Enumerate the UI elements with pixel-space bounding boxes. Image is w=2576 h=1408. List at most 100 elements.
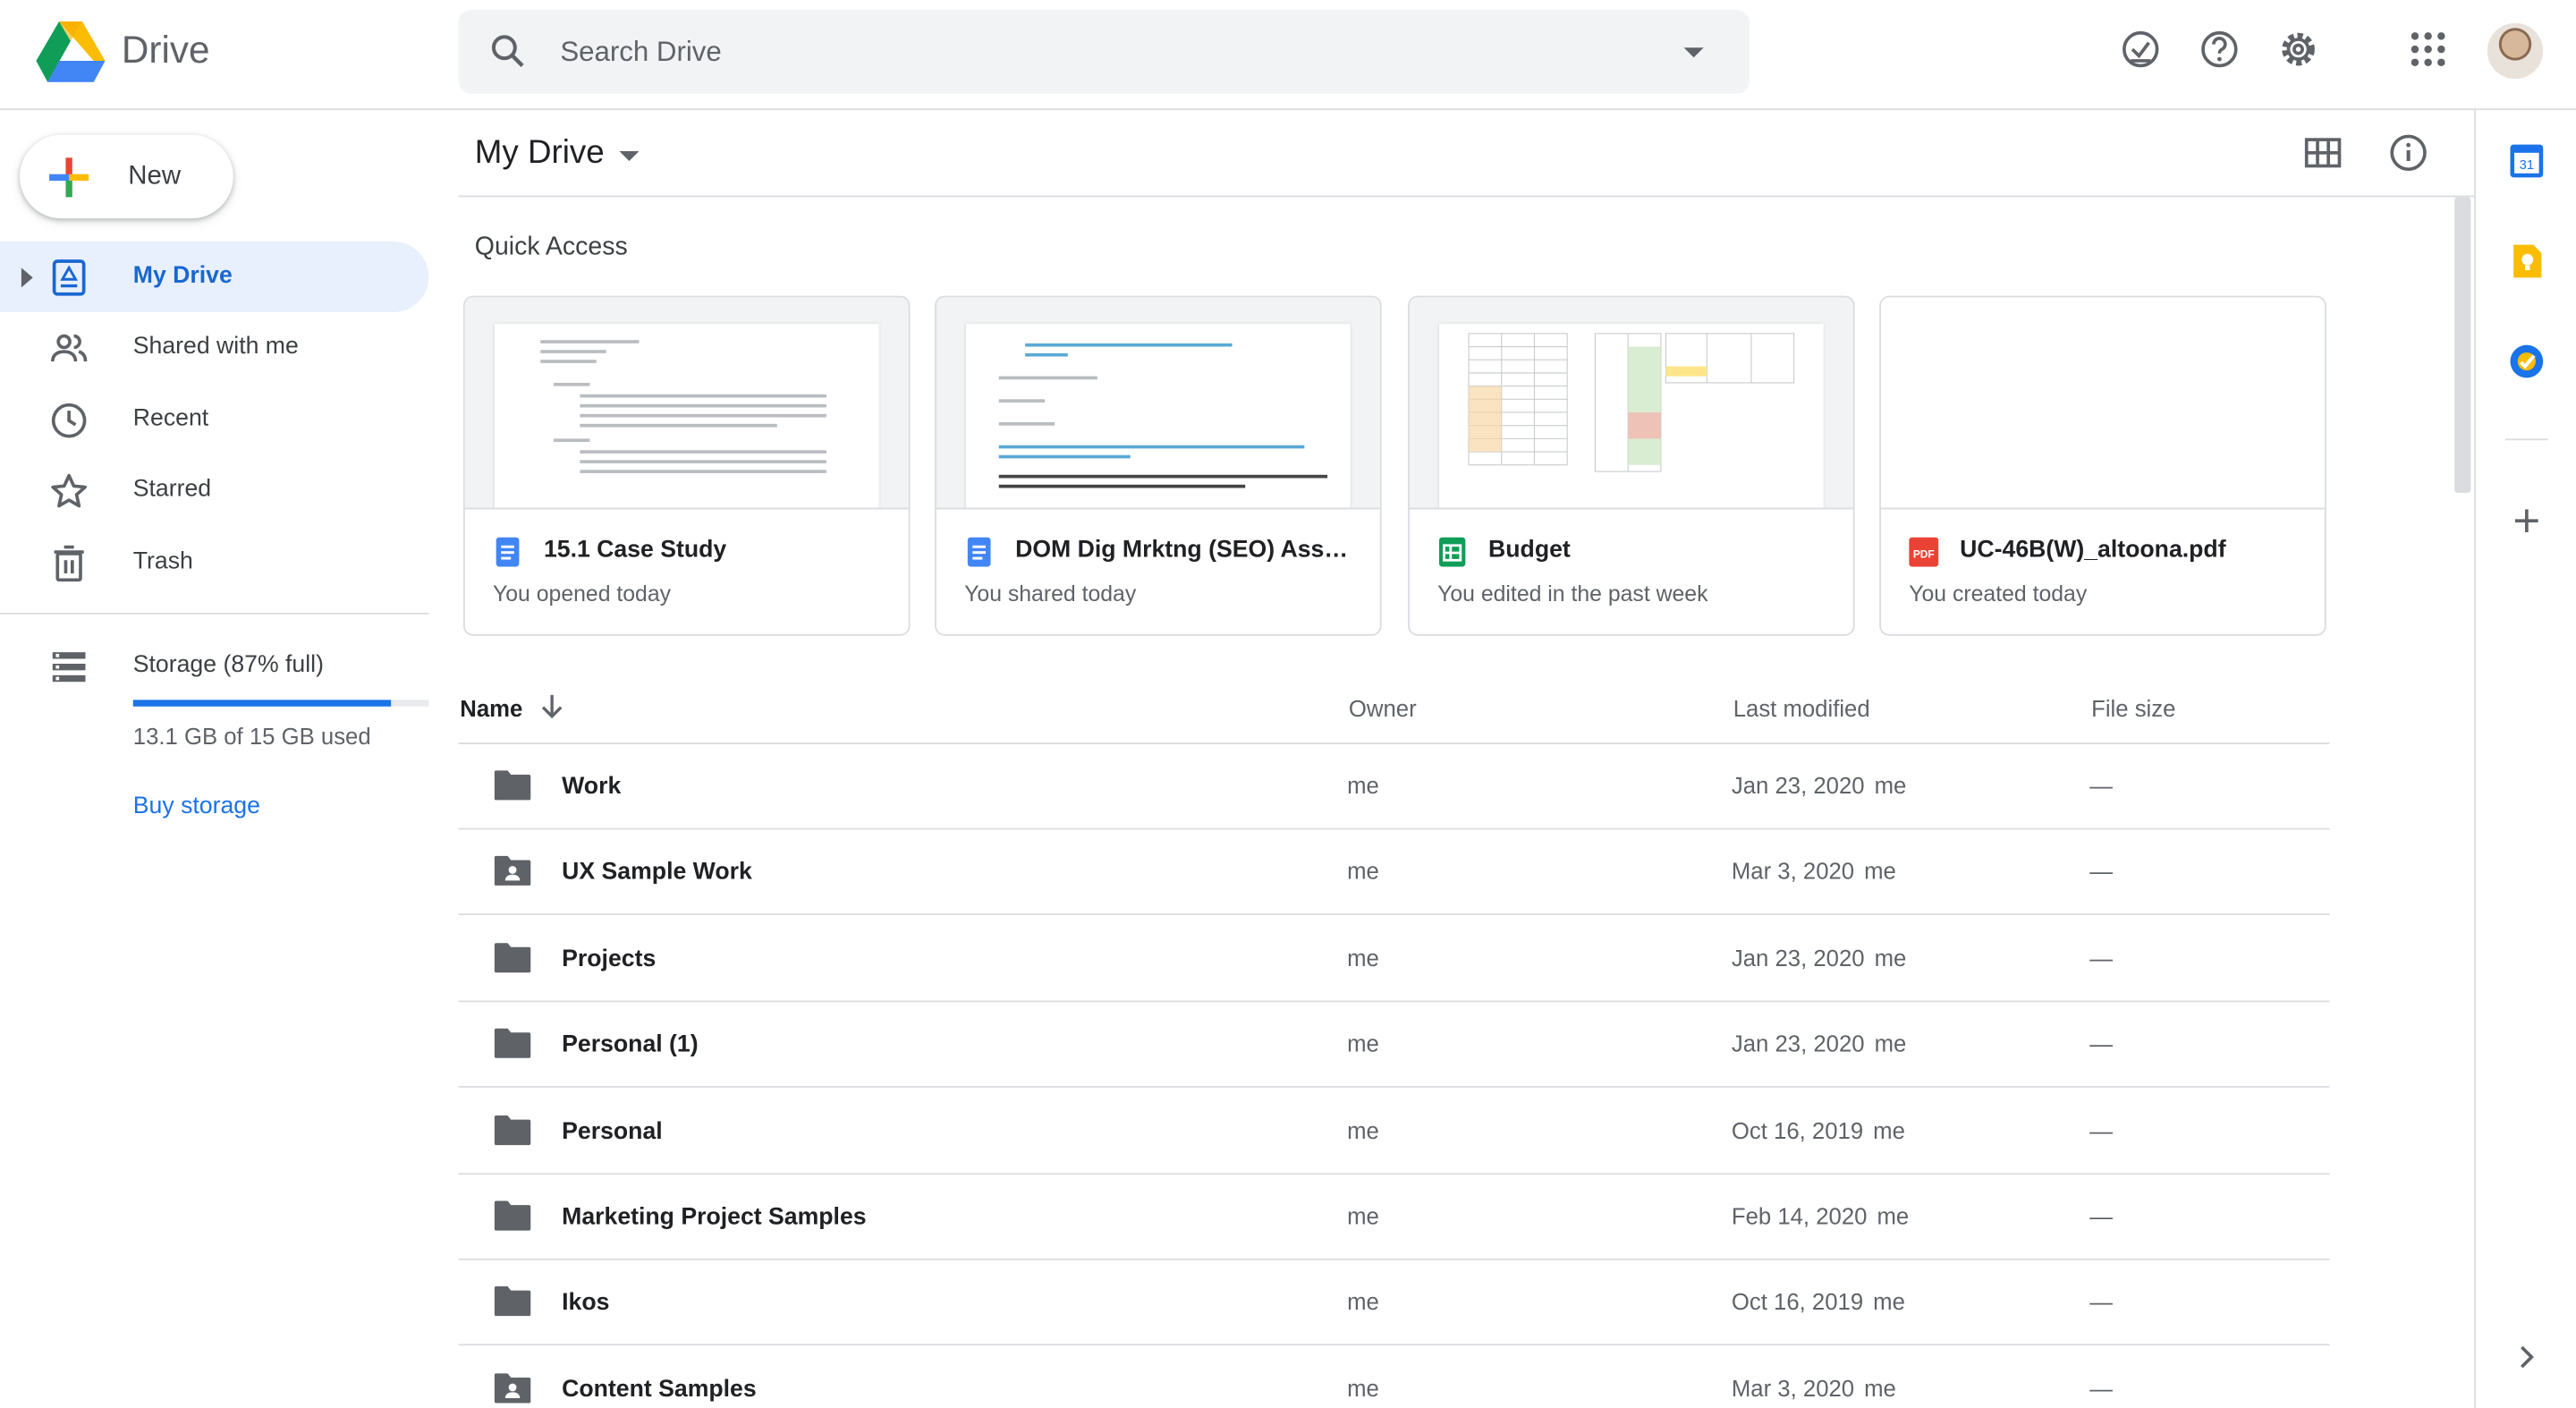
modified-by: me (1864, 858, 1896, 885)
column-header-name[interactable]: Name (460, 695, 522, 721)
shared-folder-icon (494, 1373, 531, 1404)
my-drive-icon (52, 259, 86, 296)
rail-divider (2504, 438, 2548, 441)
file-row[interactable]: Personal me Oct 16, 2019 me — (458, 1089, 2330, 1175)
sort-arrow-down-icon[interactable] (538, 691, 567, 721)
quick-access-reason: You edited in the past week (1437, 581, 1708, 606)
search-input[interactable]: Search Drive (560, 36, 721, 69)
modified-date: Jan 23, 2020 (1731, 944, 1865, 971)
sidebar-item-my-drive[interactable]: My Drive (0, 241, 429, 312)
folder-icon (494, 1200, 531, 1231)
sidebar-item-trash[interactable]: Trash (0, 528, 428, 598)
file-thumbnail (936, 297, 1380, 510)
modified-date: Feb 14, 2020 (1731, 1202, 1868, 1229)
quick-access-card[interactable]: PDF UC-46B(W)_altoona.pdf You created to… (1879, 295, 2326, 636)
ready-for-offline-icon[interactable] (2118, 26, 2164, 72)
file-name: Personal (1) (562, 1031, 699, 1059)
quick-access-card[interactable]: 15.1 Case Study You opened today (462, 295, 911, 636)
folder-icon (494, 1286, 531, 1317)
calendar-day: 31 (2520, 158, 2534, 173)
shared-folder-icon (494, 856, 531, 886)
spreadsheet-preview (1468, 333, 1795, 472)
new-button[interactable]: New (20, 134, 233, 219)
file-size: — (2089, 858, 2113, 885)
file-last-modified: Jan 23, 2020 me (1732, 772, 1906, 798)
file-name: Marketing Project Samples (562, 1204, 867, 1231)
buy-storage-link[interactable]: Buy storage (133, 793, 260, 819)
file-size: — (2089, 1202, 2113, 1229)
header-divider (458, 195, 2475, 198)
sidebar-item-label: Starred (132, 476, 212, 503)
quick-access-card[interactable]: DOM Dig Mrktng (SEO) Associ... You share… (935, 295, 1382, 636)
file-name: Personal (562, 1117, 663, 1145)
file-size: — (2089, 1288, 2113, 1315)
vertical-scrollbar[interactable] (2454, 197, 2471, 493)
column-header-last-modified[interactable]: Last modified (1733, 695, 1870, 721)
quick-access-reason: You created today (1909, 581, 2088, 606)
modified-date: Jan 23, 2020 (1731, 1030, 1865, 1057)
quick-access-file-name: Budget (1488, 537, 1571, 564)
apps-grid-icon[interactable] (2405, 26, 2451, 72)
column-header-file-size[interactable]: File size (2091, 695, 2175, 721)
google-sheets-icon (1438, 537, 1466, 567)
app-name[interactable]: Drive (122, 28, 210, 72)
file-last-modified: Mar 3, 2020 me (1732, 858, 1896, 884)
account-avatar[interactable] (2487, 22, 2544, 80)
file-last-modified: Mar 3, 2020 me (1732, 1375, 1896, 1401)
file-row[interactable]: Ikos me Oct 16, 2019 me — (458, 1260, 2330, 1346)
sidebar-item-label: My Drive (132, 262, 233, 290)
calendar-icon[interactable]: 31 (2509, 143, 2545, 179)
file-owner: me (1347, 858, 1379, 885)
storage-icon (52, 652, 86, 683)
add-addon-icon[interactable] (2509, 503, 2545, 539)
file-owner: me (1347, 1288, 1379, 1315)
tasks-icon[interactable] (2509, 344, 2545, 379)
search-bar[interactable]: Search Drive (458, 10, 1750, 94)
drive-logo-icon[interactable] (36, 21, 106, 82)
expand-panel-icon[interactable] (2509, 1339, 2545, 1375)
plus-icon (49, 157, 89, 198)
file-owner: me (1347, 1202, 1379, 1229)
folder-icon (494, 1029, 531, 1059)
chevron-down-icon[interactable] (618, 148, 641, 164)
file-row[interactable]: UX Sample Work me Mar 3, 2020 me — (458, 830, 2330, 916)
file-row[interactable]: Personal (1) me Jan 23, 2020 me — (458, 1003, 2330, 1089)
pdf-icon: PDF (1909, 537, 1939, 567)
sidebar-item-recent[interactable]: Recent (0, 385, 428, 455)
page-title[interactable]: My Drive (475, 135, 605, 173)
quick-access-reason: You shared today (964, 581, 1137, 606)
file-name: Work (562, 774, 622, 801)
file-row[interactable]: Projects me Jan 23, 2020 me — (458, 916, 2330, 1002)
sidebar-item-starred[interactable]: Starred (0, 455, 428, 526)
file-last-modified: Oct 16, 2019 me (1732, 1116, 1905, 1142)
file-owner: me (1347, 772, 1379, 799)
settings-icon[interactable] (2275, 26, 2321, 72)
quick-access-card[interactable]: Budget You edited in the past week (1408, 295, 1855, 636)
google-docs-icon (967, 537, 991, 567)
file-name: Ikos (562, 1290, 610, 1317)
search-options-icon[interactable] (1681, 39, 1707, 65)
file-owner: me (1347, 1030, 1379, 1057)
modified-date: Mar 3, 2020 (1731, 1374, 1855, 1402)
shared-icon (50, 334, 88, 362)
folder-icon (494, 770, 531, 801)
help-icon[interactable] (2197, 26, 2242, 72)
star-icon (51, 473, 87, 508)
file-row[interactable]: Work me Jan 23, 2020 me — (458, 744, 2330, 830)
clock-icon (51, 403, 87, 438)
file-size: — (2089, 1116, 2113, 1143)
storage-label[interactable]: Storage (87% full) (133, 652, 324, 678)
modified-by: me (1864, 1374, 1896, 1402)
info-icon[interactable] (2389, 133, 2428, 173)
keep-icon[interactable] (2509, 243, 2545, 279)
search-icon[interactable] (487, 31, 527, 71)
sidebar-item-shared-with-me[interactable]: Shared with me (0, 312, 428, 383)
trash-icon (54, 545, 84, 582)
file-row[interactable]: Content Samples me Mar 3, 2020 me — (458, 1347, 2329, 1408)
expand-caret-icon[interactable] (21, 267, 33, 288)
side-panel-rail: 31 (2474, 110, 2576, 1408)
grid-view-icon[interactable] (2303, 133, 2343, 173)
column-header-owner[interactable]: Owner (1349, 695, 1417, 721)
file-row[interactable]: Marketing Project Samples me Feb 14, 2020 m… (458, 1175, 2330, 1260)
quick-access-file-name: DOM Dig Mrktng (SEO) Associ... (1015, 537, 1360, 564)
